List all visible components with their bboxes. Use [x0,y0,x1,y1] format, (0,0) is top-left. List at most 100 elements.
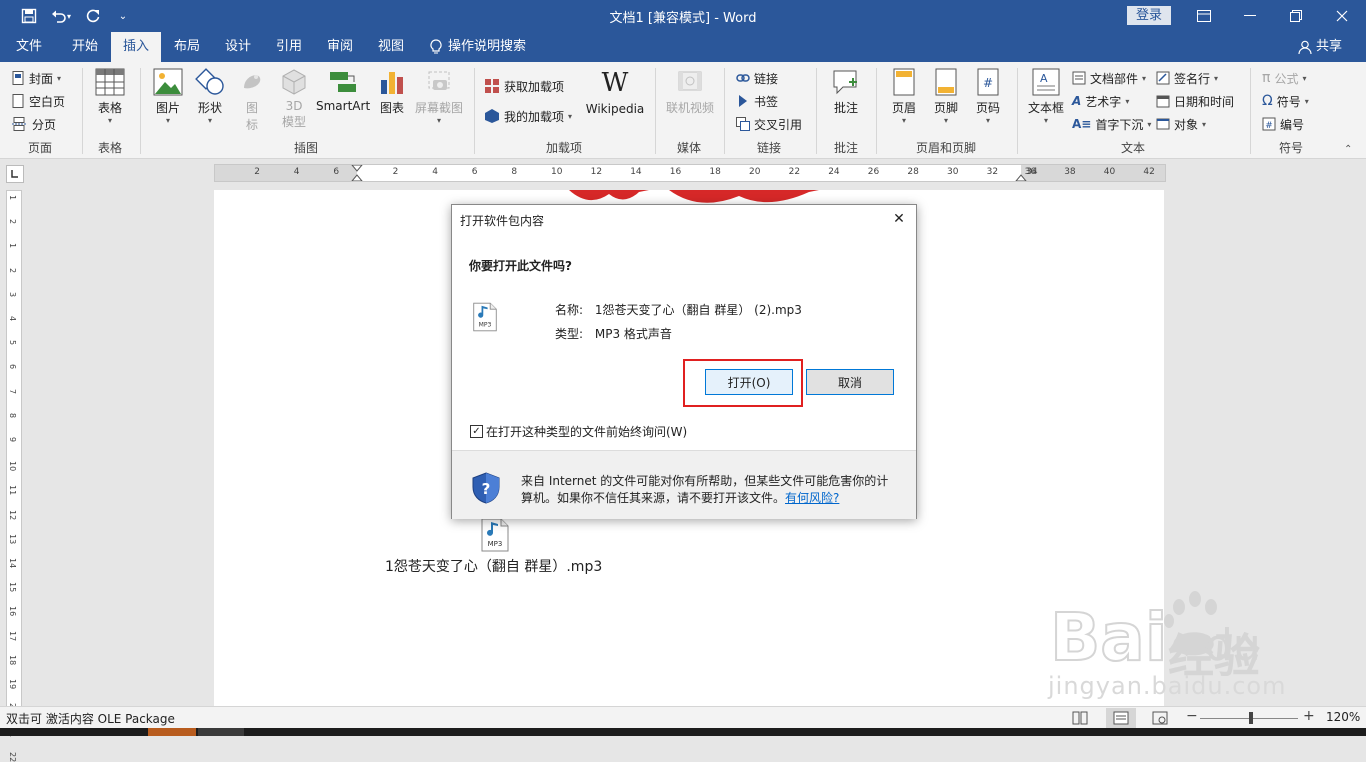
footer-button[interactable]: 页脚 ▾ [928,68,964,125]
group-separator [1017,68,1018,154]
signature-icon [1156,71,1170,85]
ruler-tick-label: 42 [1143,167,1155,177]
link-button[interactable]: 链接 [736,68,778,88]
header-icon [893,68,915,96]
tab-view[interactable]: 视图 [366,32,416,62]
calendar-icon [1156,95,1170,108]
collapse-ribbon-icon[interactable]: ⌃ [1344,144,1352,155]
online-video-button[interactable]: 联机视频 [662,68,718,116]
ruler-tick-label: 18 [709,167,721,177]
tab-references[interactable]: 引用 [264,32,314,62]
zoom-level[interactable]: 120% [1326,710,1360,724]
wordart-button[interactable]: A 艺术字 ▾ [1072,91,1129,111]
cross-reference-button[interactable]: 交叉引用 [736,114,802,134]
ruler-tick-label: 32 [986,167,999,177]
close-icon[interactable] [1319,0,1365,32]
ruler-tick-label: 12 [8,509,17,520]
screenshot-button[interactable]: 屏幕截图 ▾ [412,68,466,125]
wikipedia-button[interactable]: W Wikipedia [584,68,646,116]
comment-icon [833,70,857,95]
link-icon [736,74,750,82]
zoom-slider-thumb[interactable] [1249,712,1253,724]
ribbon: 封面 ▾ 空白页 分页 页面 表格 ▾ 表格 图片 ▾ 形状 ▾ 图 标 3D 模型 S… [0,62,1366,159]
get-addins-button[interactable]: 获取加载项 [484,76,564,96]
checkbox-checkmark-icon[interactable]: ✓ [470,425,483,438]
tab-home[interactable]: 开始 [60,32,110,62]
blank-page-button[interactable]: 空白页 [12,91,65,111]
always-ask-checkbox[interactable]: ✓ 在打开这种类型的文件前始终询问(W) [470,423,687,440]
symbol-button[interactable]: Ω 符号 ▾ [1262,91,1309,111]
icons-button[interactable]: 图 标 [236,68,268,133]
object-button[interactable]: 对象 ▾ [1156,114,1206,134]
vertical-ruler[interactable]: 1212345678910111213141516171819202122 [6,190,22,762]
zoom-out-icon[interactable]: − [1186,708,1198,724]
horizontal-ruler[interactable]: 642 2 4 6 8 10 12 14 16 18 20 22 24 26 28 30 32 34 36 38 4… [214,164,1166,182]
signature-line-button[interactable]: 签名行 ▾ [1156,68,1218,88]
taskbar-app-item[interactable] [148,728,196,736]
file-name-label: 名称: [555,303,584,317]
cover-page-button[interactable]: 封面 ▾ [12,68,61,88]
textbox-icon: A [1032,68,1060,96]
zoom-in-icon[interactable]: + [1303,708,1315,724]
chart-button[interactable]: 图表 [374,68,410,116]
ruler-tick-label: 8 [511,167,518,177]
ruler-tick-label: 11 [8,485,17,496]
risk-link[interactable]: 有何风险? [785,491,839,505]
3d-models-button[interactable]: 3D 模型 [274,68,314,130]
web-layout-icon[interactable] [1152,711,1168,725]
read-mode-icon[interactable] [1072,711,1088,725]
bookmark-button[interactable]: 书签 [736,91,778,111]
tab-file[interactable]: 文件 [6,32,52,62]
ruler-tick-label: 26 [867,167,880,177]
taskbar-app-item[interactable] [198,728,244,736]
number-button[interactable]: # 编号 [1262,114,1304,134]
ruler-tick-label: 17 [8,630,17,641]
ruler-tick-label: 2 [8,267,17,273]
ruler-tick-label: 9 [8,437,17,443]
minimize-icon[interactable] [1227,0,1273,32]
ruler-tick-label: 6 [471,167,478,177]
quick-parts-button[interactable]: 文档部件 ▾ [1072,68,1146,88]
restore-icon[interactable] [1273,0,1319,32]
login-button[interactable]: 登录 [1127,6,1171,25]
mp3-file-icon[interactable]: MP3 [480,518,510,552]
new-comment-label: 批注 [833,101,858,115]
my-addins-button[interactable]: 我的加载项 ▾ [484,106,572,126]
new-comment-button[interactable]: 批注 [826,68,866,116]
date-time-button[interactable]: 日期和时间 [1156,91,1234,111]
page-number-button[interactable]: # 页码 ▾ [970,68,1006,125]
smartart-icon [330,72,356,92]
tab-insert[interactable]: 插入 [111,32,161,62]
chart-icon [381,72,403,94]
ole-package-caption[interactable]: 1怨苍天变了心（翻自 群星）.mp3 [385,556,602,576]
watermark-brand: Bai [1050,599,1167,670]
tab-layout[interactable]: 布局 [162,32,212,62]
cancel-button[interactable]: 取消 [806,369,894,395]
page-break-button[interactable]: 分页 [12,114,56,134]
screenshot-label: 屏幕截图 [414,101,463,115]
tab-selector[interactable] [6,165,24,183]
tell-me-label: 操作说明搜索 [448,39,527,54]
tab-review[interactable]: 审阅 [315,32,365,62]
share-button[interactable]: 共享 [1298,32,1342,62]
table-button[interactable]: 表格 ▾ [90,68,130,125]
ruler-tick-label: 28 [907,167,919,177]
header-button[interactable]: 页眉 ▾ [886,68,922,125]
smartart-button[interactable]: SmartArt [316,68,370,113]
shapes-button[interactable]: 形状 ▾ [190,68,230,125]
video-icon [678,71,702,91]
textbox-button[interactable]: A 文本框 ▾ [1025,68,1067,125]
picture-button[interactable]: 图片 ▾ [148,68,188,125]
equation-button[interactable]: π 公式 ▾ [1262,68,1306,88]
ruler-tick-label: 10 [551,167,563,177]
print-layout-icon[interactable] [1106,708,1136,728]
tell-me-search[interactable]: 操作说明搜索 [430,32,526,62]
ruler-tick-label: 6 [8,364,17,370]
cube-icon [282,69,306,95]
tab-design[interactable]: 设计 [213,32,263,62]
quick-parts-label: 文档部件 [1090,71,1139,86]
group-separator [816,68,817,154]
ribbon-display-options-icon[interactable] [1181,0,1227,32]
drop-cap-button[interactable]: A≡ 首字下沉 ▾ [1072,114,1151,134]
dialog-close-icon[interactable]: ✕ [888,208,910,230]
